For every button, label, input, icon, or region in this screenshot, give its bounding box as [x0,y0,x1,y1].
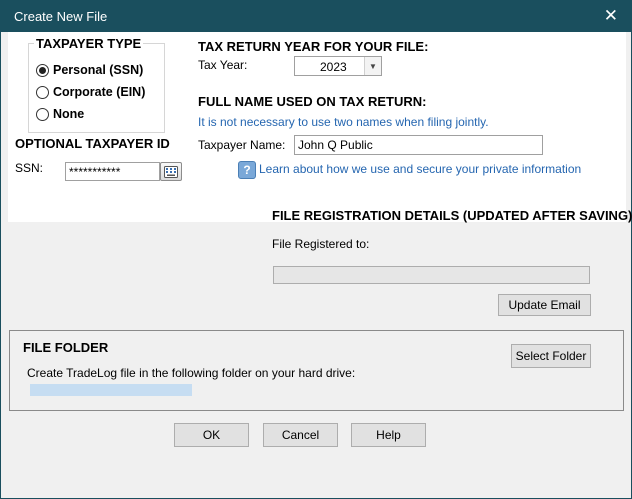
radio-checked-icon[interactable] [36,63,49,77]
tax-year-title: TAX RETURN YEAR FOR YOUR FILE: [198,39,429,54]
file-folder-title: FILE FOLDER [23,340,109,355]
file-folder-group: FILE FOLDER Create TradeLog file in the … [9,330,624,411]
select-folder-button[interactable]: Select Folder [511,344,591,368]
taxpayer-type-title: TAXPAYER TYPE [34,36,144,51]
keypad-icon [164,165,178,178]
ssn-input[interactable] [65,162,160,181]
optional-taxpayer-id-title: OPTIONAL TAXPAYER ID [15,136,170,151]
radio-none[interactable]: None [36,107,84,121]
help-button[interactable]: Help [351,423,426,447]
file-registered-field [273,266,590,284]
keypad-button[interactable] [160,162,182,181]
taxpayer-info-panel: TAXPAYER TYPE Personal (SSN) Corporate (… [8,32,626,222]
taxpayer-name-input[interactable] [294,135,543,155]
radio-unchecked-icon[interactable] [36,85,49,99]
taxpayer-name-label: Taxpayer Name: [198,138,286,152]
radio-corporate-label: Corporate (EIN) [53,85,146,99]
title-bar: Create New File ✕ [0,0,632,32]
learn-privacy-link[interactable]: Learn about how we use and secure your p… [259,162,581,176]
close-icon[interactable]: ✕ [604,6,618,26]
file-folder-description: Create TradeLog file in the following fo… [27,366,356,380]
ok-button[interactable]: OK [174,423,249,447]
tax-year-value: 2023 [320,60,347,74]
full-name-title: FULL NAME USED ON TAX RETURN: [198,94,427,109]
folder-path-field[interactable] [30,384,192,396]
radio-corporate-ein[interactable]: Corporate (EIN) [36,85,145,99]
update-email-button[interactable]: Update Email [498,294,591,316]
tax-year-label: Tax Year: [198,58,248,72]
cancel-button[interactable]: Cancel [263,423,338,447]
radio-unchecked-icon[interactable] [36,107,49,121]
full-name-note: It is not necessary to use two names whe… [198,115,489,129]
radio-personal-label: Personal (SSN) [53,63,144,77]
radio-none-label: None [53,107,85,121]
radio-personal-ssn[interactable]: Personal (SSN) [36,63,143,77]
registration-title: FILE REGISTRATION DETAILS (UPDATED AFTER… [272,208,632,223]
chevron-down-icon[interactable]: ▼ [364,57,381,75]
window-title: Create New File [14,9,108,24]
tax-year-select[interactable]: 2023 ▼ [294,56,382,76]
file-registered-label: File Registered to: [272,237,370,251]
dialog-body: TAXPAYER TYPE Personal (SSN) Corporate (… [0,32,632,499]
ssn-label: SSN: [15,161,44,175]
help-question-icon: ? [238,161,256,179]
